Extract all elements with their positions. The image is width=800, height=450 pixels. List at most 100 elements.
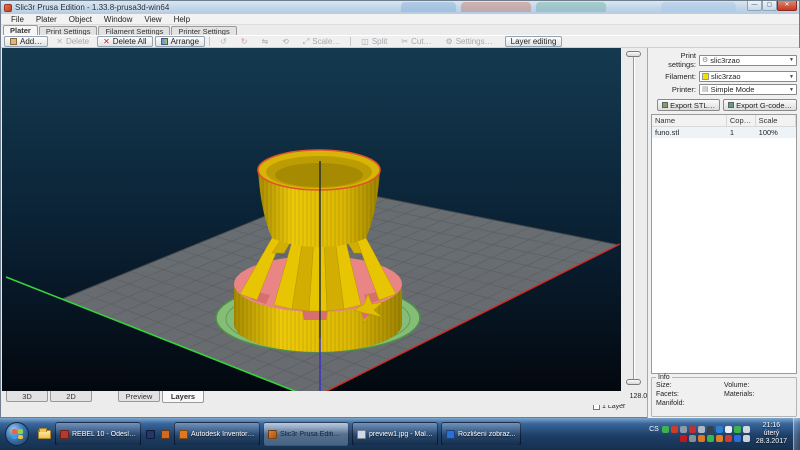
show-desktop-button[interactable]: [793, 418, 800, 450]
rotate-cw-icon: ↻: [241, 38, 248, 46]
scale-button[interactable]: ⤢Scale…: [297, 36, 346, 47]
arrange-button[interactable]: Arrange: [155, 36, 205, 47]
taskbar-clock[interactable]: 21:16 úterý 28.3.2017: [750, 422, 793, 446]
rotate-cw-button[interactable]: ↻: [235, 36, 254, 47]
menu-object[interactable]: Object: [63, 14, 98, 25]
menu-help[interactable]: Help: [168, 14, 196, 25]
tray-icon[interactable]: [725, 435, 732, 442]
tray-icon[interactable]: [689, 426, 696, 433]
layer-slider-lower-knob[interactable]: [626, 379, 641, 385]
tray-icon[interactable]: [707, 435, 714, 442]
close-button[interactable]: ✕: [777, 1, 797, 11]
layer-slider-upper-knob[interactable]: [626, 51, 641, 57]
background-browser-tab: [401, 2, 456, 12]
tray-icon[interactable]: [698, 435, 705, 442]
tray-icon[interactable]: [734, 435, 741, 442]
tray-icon[interactable]: [743, 435, 750, 442]
rebel-app-icon: [60, 430, 69, 439]
menu-file[interactable]: File: [5, 14, 30, 25]
filament-label: Filament:: [651, 72, 699, 81]
tray-icon[interactable]: [707, 426, 714, 433]
taskbar-button-inventor[interactable]: Autodesk Inventor Pr...: [174, 422, 260, 446]
tray-icon[interactable]: [716, 426, 723, 433]
rotate-45-button[interactable]: ⟲: [276, 36, 295, 47]
3d-viewport[interactable]: [2, 48, 621, 391]
object-settings-button[interactable]: ⚙Settings…: [440, 36, 499, 47]
view-tab-layers[interactable]: Layers: [162, 391, 204, 403]
language-indicator[interactable]: CS: [649, 426, 660, 433]
print-settings-label: Print settings:: [651, 51, 699, 69]
slic3r-app-icon: [4, 4, 12, 12]
pinned-app-button[interactable]: [159, 422, 172, 446]
object-list: Name Cop… Scale funo.stl 1 100%: [651, 114, 797, 374]
split-button[interactable]: ◫Split: [355, 36, 393, 47]
filament-select[interactable]: slic3rzao ▼: [699, 71, 797, 82]
column-copies[interactable]: Cop…: [727, 115, 756, 126]
layer-slider-track[interactable]: [633, 54, 635, 382]
taskbar-button-display-settings[interactable]: Rozlišení zobraz...: [441, 422, 521, 446]
clock-date: 28.3.2017: [756, 438, 787, 446]
tray-icon[interactable]: [716, 435, 723, 442]
printer-select[interactable]: ▤ Simple Mode ▼: [699, 84, 797, 95]
view-tab-3d[interactable]: 3D: [6, 391, 48, 402]
tab-plater[interactable]: Plater: [3, 25, 38, 35]
tray-icon[interactable]: [671, 426, 678, 433]
vase-interior-deep: [275, 163, 363, 187]
title-bar[interactable]: Slic3r Prusa Edition - 1.33.8-prusa3d-wi…: [1, 1, 799, 14]
tray-row-bottom: [649, 435, 750, 442]
taskbar-button-slic3r[interactable]: Slic3r Prusa Edition - ...: [263, 422, 349, 446]
info-box: Info Size: Volume: Facets: Materials: Ma…: [651, 377, 797, 417]
layer-editing-button[interactable]: Layer editing: [505, 36, 563, 47]
column-scale[interactable]: Scale: [756, 115, 796, 126]
cut-button[interactable]: ✂Cut…: [395, 36, 437, 47]
menu-view[interactable]: View: [138, 14, 167, 25]
view-tab-preview[interactable]: Preview: [118, 391, 160, 402]
column-name[interactable]: Name: [652, 115, 727, 126]
tab-filament-settings[interactable]: Filament Settings: [98, 26, 170, 35]
export-gcode-button[interactable]: Export G-code…: [723, 99, 797, 111]
manifold-label: Manifold:: [656, 400, 724, 407]
tray-icon[interactable]: [662, 426, 669, 433]
tray-icon[interactable]: [689, 435, 696, 442]
background-browser-tab: [536, 2, 606, 12]
taskbar-button-paint[interactable]: preview1.jpg - Malov...: [352, 422, 438, 446]
pinned-app-button[interactable]: [144, 422, 157, 446]
tab-print-settings[interactable]: Print Settings: [39, 26, 98, 35]
tray-icon[interactable]: [734, 426, 741, 433]
delete-all-button[interactable]: ✕Delete All: [97, 36, 153, 47]
rotate-ccw-button[interactable]: ↺: [214, 36, 233, 47]
tray-icon[interactable]: [680, 435, 687, 442]
export-stl-button[interactable]: Export STL…: [657, 99, 720, 111]
pinned-explorer-button[interactable]: [33, 422, 55, 446]
view-tab-row: 3D 2D Preview Layers: [2, 391, 621, 405]
settings-gear-icon: ⚙: [446, 38, 453, 46]
system-tray: CS: [649, 418, 800, 450]
size-label: Size:: [656, 382, 724, 389]
tab-printer-settings[interactable]: Printer Settings: [171, 26, 236, 35]
taskbar-button-rebel[interactable]: REBEL 10 - Odeslat o...: [55, 422, 141, 446]
minimize-button[interactable]: —: [747, 1, 762, 11]
object-row[interactable]: funo.stl 1 100%: [652, 127, 796, 138]
print-settings-select[interactable]: ⚙ slic3rzao ▼: [699, 55, 797, 66]
menu-window[interactable]: Window: [98, 14, 138, 25]
tray-icon[interactable]: [743, 426, 750, 433]
settings-tab-row: Plater Print Settings Filament Settings …: [1, 25, 799, 35]
view-tab-2d[interactable]: 2D: [50, 391, 92, 402]
add-button[interactable]: Add…: [4, 36, 48, 47]
maximize-button[interactable]: ▢: [762, 1, 777, 11]
tray-icon[interactable]: [725, 426, 732, 433]
display-settings-icon: [446, 430, 455, 439]
tray-icon[interactable]: [680, 426, 687, 433]
maximize-icon: ▢: [767, 2, 773, 8]
scale-icon: ⤢: [303, 38, 309, 46]
delete-button[interactable]: ✕Delete: [50, 36, 95, 47]
object-list-header: Name Cop… Scale: [652, 115, 796, 127]
object-name: funo.stl: [652, 127, 727, 138]
menu-plater[interactable]: Plater: [30, 14, 63, 25]
tray-icon[interactable]: [698, 426, 705, 433]
taskbar: REBEL 10 - Odeslat o... Autodesk Invento…: [0, 418, 800, 450]
volume-label: Volume:: [724, 382, 792, 389]
delete-icon: ✕: [56, 38, 63, 46]
start-button[interactable]: [5, 422, 29, 446]
mirror-button[interactable]: ⇋: [255, 36, 274, 47]
